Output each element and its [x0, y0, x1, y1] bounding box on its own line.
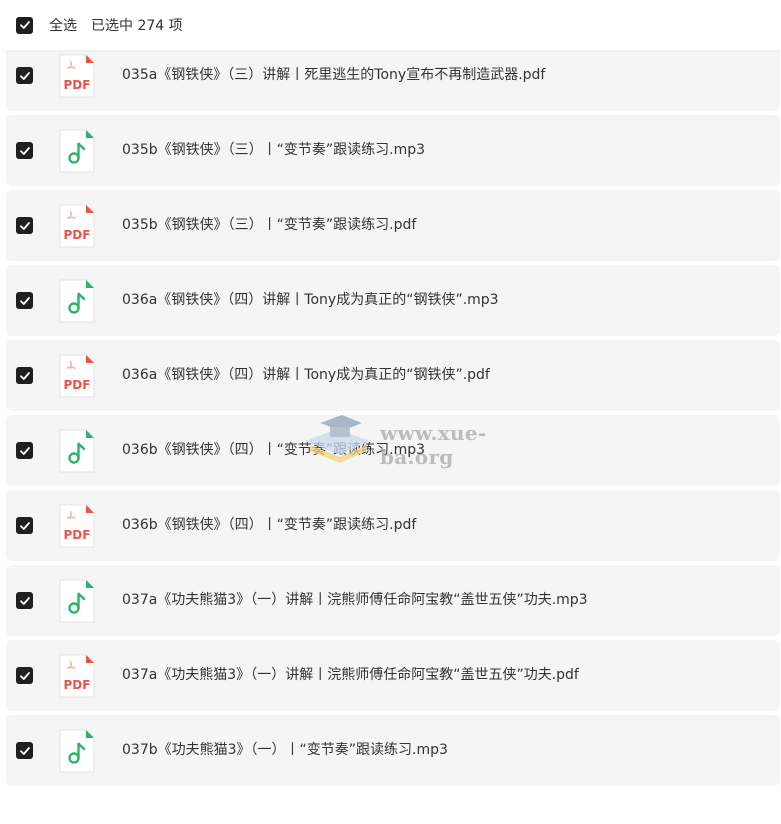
check-icon — [19, 746, 30, 755]
file-checkbox[interactable] — [16, 742, 33, 759]
file-name: 036a《钢铁侠》（四）讲解丨Tony成为真正的“钢铁侠”.mp3 — [122, 292, 499, 308]
file-name: 035b《钢铁侠》（三）丨“变节奏”跟读练习.pdf — [122, 217, 417, 233]
svg-text:PDF: PDF — [64, 228, 91, 242]
selection-toolbar: 全选 已选中 274 项 — [0, 0, 781, 50]
svg-text:PDF: PDF — [64, 78, 91, 92]
file-name: 036b《钢铁侠》（四）丨“变节奏”跟读练习.mp3 — [122, 442, 425, 458]
file-checkbox[interactable] — [16, 517, 33, 534]
check-icon — [19, 296, 30, 305]
file-checkbox[interactable] — [16, 292, 33, 309]
file-list: PDF 035a《钢铁侠》（三）讲解丨死里逃生的Tony宣布不再制造武器.pdf 0… — [0, 0, 781, 824]
svg-text:PDF: PDF — [64, 678, 91, 692]
svg-text:PDF: PDF — [64, 528, 91, 542]
check-icon — [19, 221, 30, 230]
selected-count-label: 已选中 274 项 — [91, 18, 183, 34]
file-name: 036b《钢铁侠》（四）丨“变节奏”跟读练习.pdf — [122, 517, 417, 533]
file-row[interactable]: PDF 035a《钢铁侠》（三）讲解丨死里逃生的Tony宣布不再制造武器.pdf — [6, 40, 780, 111]
audio-file-icon — [57, 128, 97, 174]
file-row[interactable]: PDF 037a《功夫熊猫3》（一）讲解丨浣熊师傅任命阿宝教“盖世五侠”功夫.pd… — [6, 640, 780, 711]
check-icon — [19, 71, 30, 80]
file-name: 037a《功夫熊猫3》（一）讲解丨浣熊师傅任命阿宝教“盖世五侠”功夫.pdf — [122, 667, 579, 683]
file-name: 037a《功夫熊猫3》（一）讲解丨浣熊师傅任命阿宝教“盖世五侠”功夫.mp3 — [122, 592, 588, 608]
pdf-file-icon: PDF — [57, 53, 97, 99]
check-icon — [19, 521, 30, 530]
file-checkbox[interactable] — [16, 67, 33, 84]
file-checkbox[interactable] — [16, 667, 33, 684]
file-row[interactable]: 035b《钢铁侠》（三）丨“变节奏”跟读练习.mp3 — [6, 115, 780, 186]
file-name: 037b《功夫熊猫3》（一）丨“变节奏”跟读练习.mp3 — [122, 742, 448, 758]
audio-file-icon — [57, 728, 97, 774]
pdf-file-icon: PDF — [57, 353, 97, 399]
file-checkbox[interactable] — [16, 367, 33, 384]
pdf-file-icon: PDF — [57, 653, 97, 699]
file-row[interactable]: 037b《功夫熊猫3》（一）丨“变节奏”跟读练习.mp3 — [6, 715, 780, 786]
check-icon — [19, 596, 30, 605]
file-checkbox[interactable] — [16, 217, 33, 234]
audio-file-icon — [57, 428, 97, 474]
file-row[interactable]: PDF 035b《钢铁侠》（三）丨“变节奏”跟读练习.pdf — [6, 190, 780, 261]
file-name: 036a《钢铁侠》（四）讲解丨Tony成为真正的“钢铁侠”.pdf — [122, 367, 490, 383]
pdf-file-icon: PDF — [57, 503, 97, 549]
check-icon — [19, 671, 30, 680]
svg-text:PDF: PDF — [64, 378, 91, 392]
check-icon — [19, 146, 30, 155]
file-row[interactable]: PDF 036b《钢铁侠》（四）丨“变节奏”跟读练习.pdf — [6, 490, 780, 561]
select-all-label[interactable]: 全选 — [49, 15, 77, 35]
file-name: 035a《钢铁侠》（三）讲解丨死里逃生的Tony宣布不再制造武器.pdf — [122, 67, 546, 83]
file-row[interactable]: PDF 036a《钢铁侠》（四）讲解丨Tony成为真正的“钢铁侠”.pdf — [6, 340, 780, 411]
file-row[interactable]: 036b《钢铁侠》（四）丨“变节奏”跟读练习.mp3 — [6, 415, 780, 486]
check-icon — [19, 21, 30, 29]
audio-file-icon — [57, 578, 97, 624]
file-name: 035b《钢铁侠》（三）丨“变节奏”跟读练习.mp3 — [122, 142, 425, 158]
file-row[interactable]: 036a《钢铁侠》（四）讲解丨Tony成为真正的“钢铁侠”.mp3 — [6, 265, 780, 336]
audio-file-icon — [57, 278, 97, 324]
pdf-file-icon: PDF — [57, 203, 97, 249]
file-checkbox[interactable] — [16, 142, 33, 159]
check-icon — [19, 371, 30, 380]
file-row[interactable]: 037a《功夫熊猫3》（一）讲解丨浣熊师傅任命阿宝教“盖世五侠”功夫.mp3 — [6, 565, 780, 636]
file-checkbox[interactable] — [16, 592, 33, 609]
select-all-checkbox[interactable] — [16, 16, 33, 34]
file-checkbox[interactable] — [16, 442, 33, 459]
check-icon — [19, 446, 30, 455]
